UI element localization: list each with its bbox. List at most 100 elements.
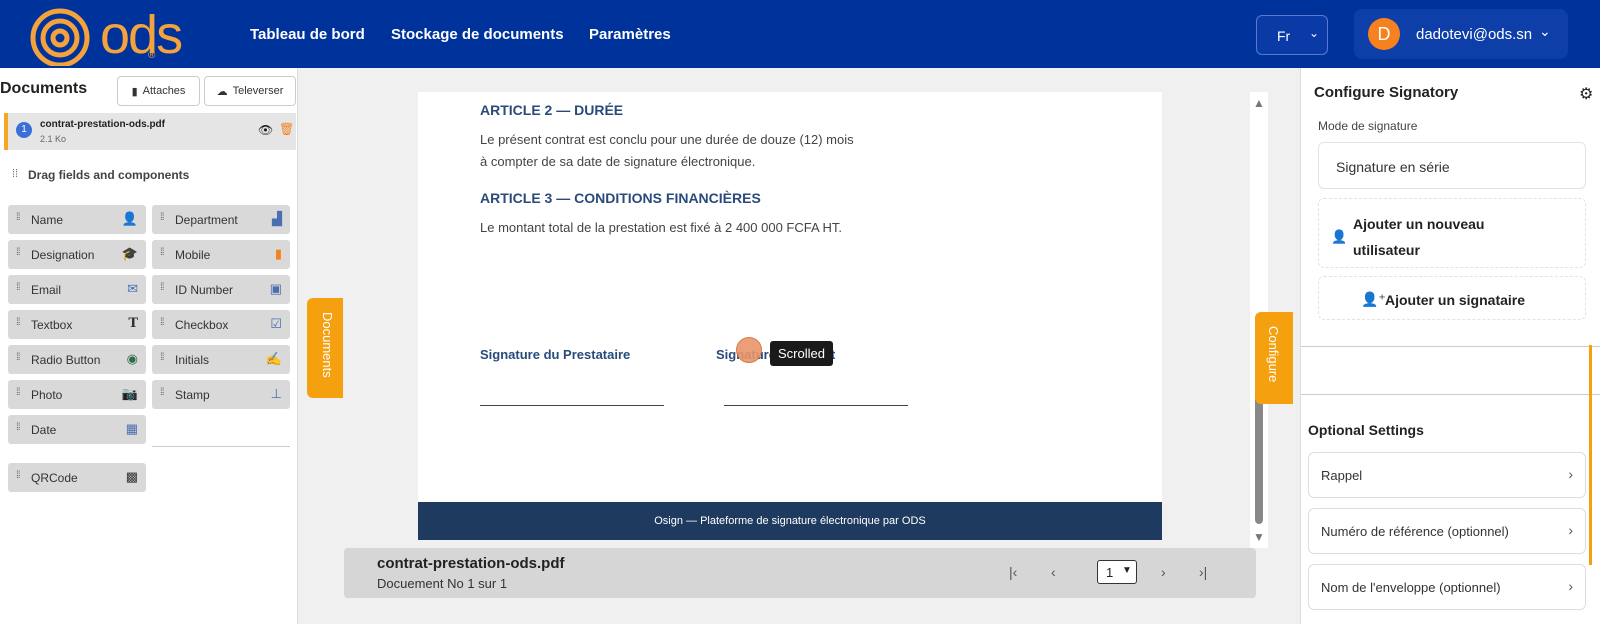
radio-icon: ◉: [126, 351, 138, 366]
field-label: Stamp: [175, 388, 210, 402]
documents-side-tab[interactable]: Documents: [307, 298, 343, 398]
cloud-upload-icon: ☁: [216, 85, 228, 98]
pdf-page[interactable]: ARTICLE 2 — DURÉE Le présent contrat est…: [418, 92, 1162, 540]
triangle-up-icon[interactable]: ▲: [1253, 96, 1265, 110]
document-size: 2.1 Ko: [40, 134, 67, 144]
field-checkbox[interactable]: ⁞⁞ Checkbox ☑: [152, 310, 290, 339]
field-name[interactable]: ⁞⁞ Name 👤: [8, 205, 146, 234]
field-label: Designation: [31, 248, 95, 262]
language-value: Fr: [1277, 28, 1291, 44]
field-initials[interactable]: ⁞⁞ Initials ✍: [152, 345, 290, 374]
field-label: Textbox: [31, 318, 73, 332]
calendar-icon: ▦: [125, 421, 138, 436]
page-footer: Osign — Plateforme de signature électron…: [418, 502, 1162, 540]
field-qrcode[interactable]: ⁞⁞ QRCode ▩: [8, 463, 146, 492]
gear-icon[interactable]: ⚙: [1579, 84, 1593, 104]
checkbox-icon: ☑: [270, 316, 282, 331]
signature-mode-select[interactable]: Signature en série: [1318, 142, 1586, 189]
divider: [152, 446, 290, 447]
field-id-number[interactable]: ⁞⁞ ID Number ▣: [152, 275, 290, 304]
option-reminder[interactable]: Rappel ›: [1308, 452, 1586, 498]
user-menu[interactable]: D dadotevi@ods.sn ⌄: [1354, 9, 1568, 59]
field-label: Department: [175, 213, 238, 227]
field-label: Initials: [175, 353, 210, 367]
add-user-label: Ajouter un nouveau utilisateur: [1353, 216, 1485, 258]
grip-icon: ⁞⁞: [160, 212, 164, 223]
article-2-title: ARTICLE 2 — DURÉE: [480, 102, 624, 118]
field-designation[interactable]: ⁞⁞ Designation 🎓: [8, 240, 146, 269]
grip-icon: ⁞⁞: [16, 387, 20, 398]
mobile-icon: ▮: [274, 246, 282, 261]
upload-button[interactable]: ☁ Televerser: [204, 76, 296, 106]
divider: [1301, 346, 1600, 347]
building-icon: ▟: [272, 211, 282, 226]
nav-settings[interactable]: Paramètres: [589, 26, 671, 43]
article-3-title: ARTICLE 3 — CONDITIONS FINANCIÈRES: [480, 190, 761, 206]
prev-page-button[interactable]: ‹: [1051, 564, 1056, 580]
option-label: Numéro de référence (optionnel): [1321, 524, 1509, 539]
logo-text: ods: [100, 5, 183, 65]
panel-scroll-indicator: [1589, 345, 1592, 565]
add-signer-button[interactable]: 👤⁺ Ajouter un signataire: [1318, 276, 1586, 320]
language-select[interactable]: Fr ⌄: [1256, 15, 1328, 55]
panel-title: Documents: [0, 80, 88, 97]
last-page-button[interactable]: ›|: [1199, 564, 1207, 580]
page-value: 1: [1106, 565, 1114, 580]
avatar: D: [1368, 18, 1400, 50]
field-label: ID Number: [175, 283, 234, 297]
field-stamp[interactable]: ⁞⁞ Stamp ⊥: [152, 380, 290, 409]
field-email[interactable]: ⁞⁞ Email ✉: [8, 275, 146, 304]
eye-icon[interactable]: 👁: [258, 123, 273, 137]
signature-provider-label: Signature du Prestataire: [480, 347, 631, 362]
chevron-right-icon: ›: [1568, 522, 1573, 538]
signature-client-line: [724, 405, 908, 406]
chevron-down-icon: ▼: [1122, 565, 1132, 576]
page-navigator: contrat-prestation-ods.pdf Docuement No …: [344, 548, 1256, 598]
field-radio-button[interactable]: ⁞⁞ Radio Button ◉: [8, 345, 146, 374]
page-select[interactable]: 1 ▼: [1097, 560, 1137, 584]
field-mobile[interactable]: ⁞⁞ Mobile ▮: [152, 240, 290, 269]
option-label: Rappel: [1321, 468, 1363, 483]
option-envelope-name[interactable]: Nom de l'enveloppe (optionnel) ›: [1308, 564, 1586, 610]
optional-settings-title: Optional Settings: [1308, 422, 1424, 438]
signature-provider-line: [480, 405, 664, 406]
next-page-button[interactable]: ›: [1161, 564, 1166, 580]
configure-side-tab[interactable]: Configure: [1255, 312, 1293, 404]
add-signer-label: Ajouter un signataire: [1385, 292, 1526, 308]
upload-label: Televerser: [232, 85, 284, 97]
chevron-down-icon: ⌄: [1539, 23, 1551, 39]
triangle-down-icon[interactable]: ▼: [1253, 530, 1265, 544]
field-textbox[interactable]: ⁞⁞ Textbox T: [8, 310, 146, 339]
drag-fields-title: Drag fields and components: [28, 168, 190, 182]
envelope-icon: ✉: [127, 281, 138, 296]
attach-label: Attaches: [142, 85, 186, 97]
option-reference-number[interactable]: Numéro de référence (optionnel) ›: [1308, 508, 1586, 554]
ods-logo[interactable]: ods ®: [28, 5, 183, 66]
grip-icon: ⁞⁞: [160, 352, 164, 363]
first-page-button[interactable]: |‹: [1009, 564, 1017, 580]
document-list-item[interactable]: 1 contrat-prestation-ods.pdf 2.1 Ko 👁 🗑: [4, 113, 296, 150]
field-date[interactable]: ⁞⁞ Date ▦: [8, 415, 146, 444]
chevron-down-icon: ⌄: [1309, 26, 1320, 40]
grip-icon: ⁞⁞: [16, 422, 20, 433]
field-label: Mobile: [175, 248, 211, 262]
panel-title: Configure Signatory: [1314, 84, 1459, 101]
configure-tab-label: Configure: [1266, 326, 1281, 383]
attach-button[interactable]: ▮ Attaches: [117, 76, 200, 106]
field-label: QRCode: [31, 471, 78, 485]
grip-icon: ⁞⁞: [160, 317, 164, 328]
file-icon: ▮: [131, 85, 138, 98]
signature-mode-value: Signature en série: [1336, 159, 1450, 175]
add-user-button[interactable]: 👤 Ajouter un nouveau utilisateur: [1318, 198, 1586, 268]
chevron-right-icon: ›: [1568, 466, 1573, 482]
nav-dashboard[interactable]: Tableau de bord: [250, 26, 365, 43]
field-label: Checkbox: [175, 318, 229, 332]
id-card-icon: ▣: [269, 281, 282, 296]
field-photo[interactable]: ⁞⁞ Photo 📷: [8, 380, 146, 409]
field-department[interactable]: ⁞⁞ Department ▟: [152, 205, 290, 234]
registered-mark: ®: [148, 50, 156, 61]
grip-icon: ⁞⁞: [16, 317, 20, 328]
trash-icon[interactable]: 🗑: [279, 122, 294, 136]
stamp-icon: ⊥: [270, 386, 282, 401]
nav-document-storage[interactable]: Stockage de documents: [391, 26, 564, 43]
